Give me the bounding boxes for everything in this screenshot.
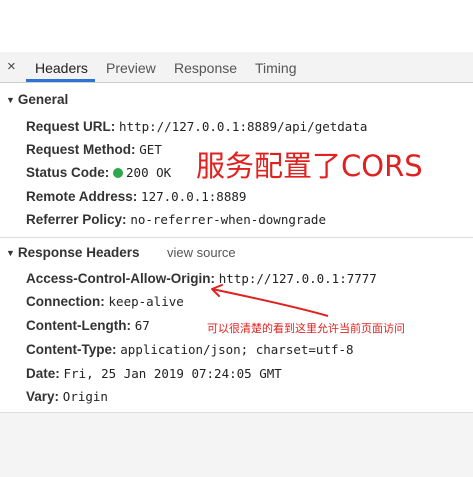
annotation-arrow-icon — [211, 284, 329, 317]
